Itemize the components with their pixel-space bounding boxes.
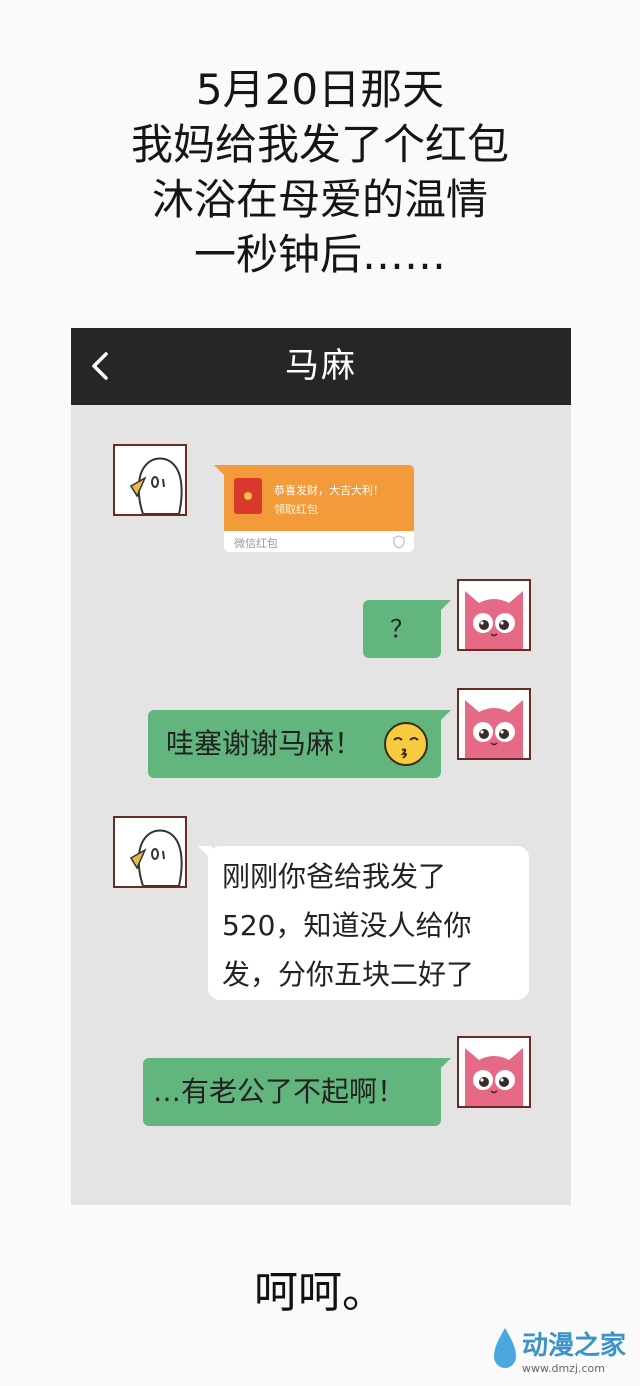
story-caption: 5月20日那天 我妈给我发了个红包 沐浴在母爱的温情 一秒钟后…… bbox=[0, 62, 640, 282]
message-line: 发，分你五块二好了 bbox=[222, 958, 475, 991]
caption-line: 一秒钟后…… bbox=[193, 230, 446, 279]
shield-icon bbox=[392, 534, 406, 553]
site-watermark: 动漫之家 www.dmzj.com bbox=[492, 1322, 626, 1378]
message-text: ？ bbox=[390, 615, 414, 643]
watermark-name: 动漫之家 bbox=[521, 1331, 626, 1361]
message-text: 哇塞谢谢马麻！ bbox=[166, 727, 363, 760]
message-bubble-me[interactable]: ？ bbox=[363, 600, 451, 658]
red-packet-body[interactable]: 恭喜发财，大吉大利！ 领取红包 bbox=[224, 465, 414, 531]
mom-avatar[interactable] bbox=[113, 444, 187, 516]
message-text: …有老公了不起啊！ bbox=[153, 1075, 406, 1108]
message-line: 刚刚你爸给我发了 bbox=[222, 860, 447, 893]
message-bubble-mom[interactable]: 刚刚你爸给我发了 520，知道没人给你 发，分你五块二好了 bbox=[198, 846, 529, 1000]
my-avatar[interactable] bbox=[457, 1036, 531, 1108]
red-packet-greeting: 恭喜发财，大吉大利！ bbox=[274, 484, 384, 497]
mom-avatar[interactable] bbox=[113, 816, 187, 888]
red-envelope-icon bbox=[234, 478, 262, 514]
caption-line: 沐浴在母爱的温情 bbox=[151, 175, 488, 224]
red-packet-message[interactable]: 恭喜发财，大吉大利！ 领取红包 微信红包 bbox=[214, 465, 414, 552]
message-bubble-me[interactable]: 哇塞谢谢马麻！ bbox=[148, 710, 451, 778]
kissing-face-icon bbox=[382, 720, 430, 793]
caption-line: 我妈给我发了个红包 bbox=[130, 120, 509, 169]
red-packet-footer: 微信红包 bbox=[224, 531, 414, 552]
chat-screen: 马麻 恭喜发财，大吉大利！ 领取红包 微信红包 ？ 哇塞谢谢马麻！ 刚刚你爸给我… bbox=[71, 328, 571, 1205]
droplet-logo-icon bbox=[492, 1326, 518, 1374]
chat-header: 马麻 bbox=[71, 328, 571, 405]
caption-line: 5月20日那天 bbox=[195, 65, 445, 114]
red-packet-action: 领取红包 bbox=[274, 503, 318, 516]
watermark-url: www.dmzj.com bbox=[521, 1362, 605, 1375]
my-avatar[interactable] bbox=[457, 579, 531, 651]
message-bubble-me[interactable]: …有老公了不起啊！ bbox=[143, 1058, 451, 1126]
red-packet-label: 微信红包 bbox=[234, 537, 278, 550]
message-line: 520，知道没人给你 bbox=[222, 909, 472, 942]
chat-title: 马麻 bbox=[285, 346, 357, 386]
my-avatar[interactable] bbox=[457, 688, 531, 760]
ending-caption: 呵呵。 bbox=[254, 1267, 386, 1318]
